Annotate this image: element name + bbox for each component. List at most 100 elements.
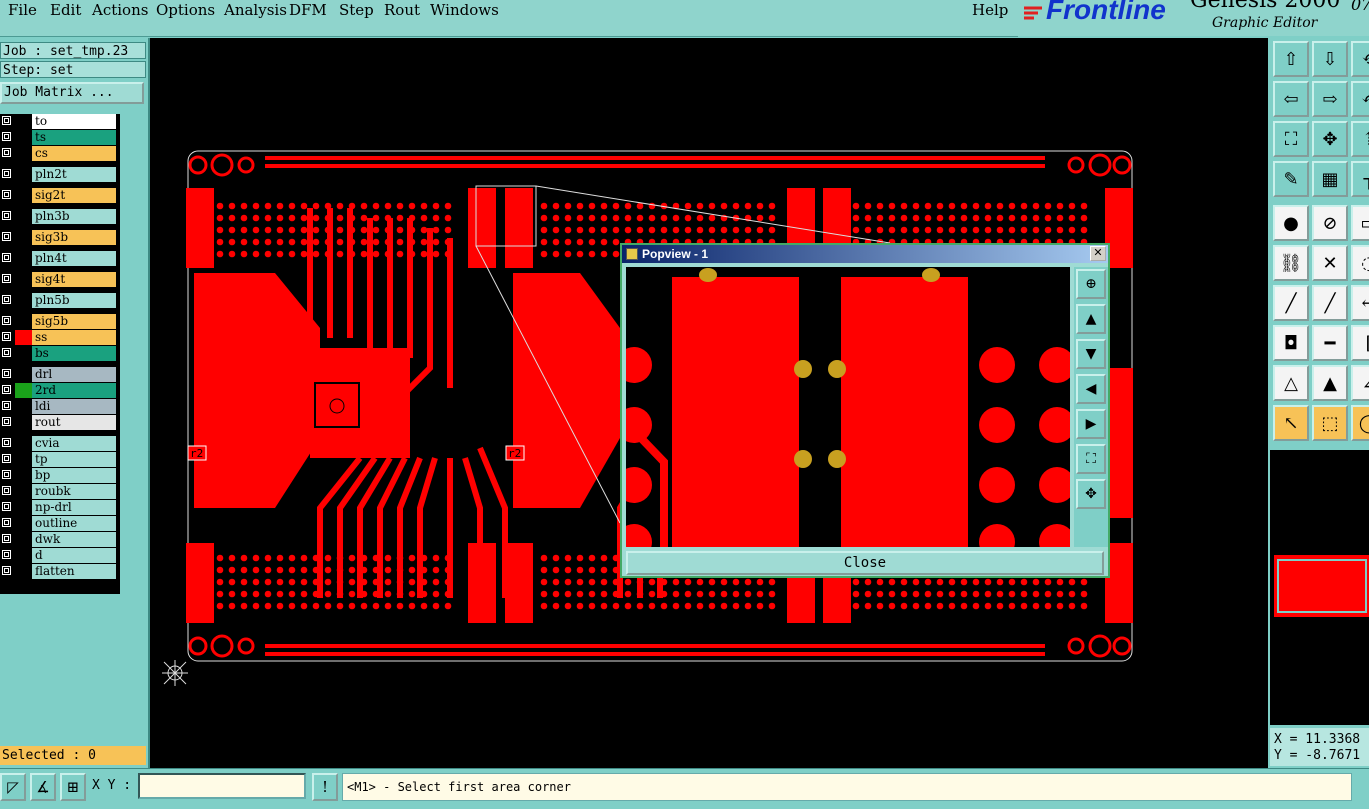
layer-checkbox[interactable] [2, 486, 11, 495]
snap-icon[interactable]: ⇡ [1351, 121, 1369, 157]
layer-row-sig3b[interactable]: sig3b [0, 230, 118, 245]
menu-options[interactable]: Options [156, 1, 215, 19]
layer-name[interactable]: sig5b [32, 314, 116, 329]
layer-swatch[interactable] [15, 272, 32, 287]
pan-left-icon[interactable]: ⇦ [1273, 81, 1309, 117]
popview-canvas[interactable] [626, 267, 1070, 547]
layer-checkbox[interactable] [2, 417, 11, 426]
layer-name[interactable]: ss [32, 330, 116, 345]
layer-name[interactable]: 2rd [32, 383, 116, 398]
layer-checkbox[interactable] [2, 274, 11, 283]
pad-icon[interactable]: ◘ [1273, 325, 1309, 361]
menu-file[interactable]: File [8, 1, 37, 19]
layer-row-cs[interactable]: cs [0, 146, 118, 161]
layer-row-flatten[interactable]: flatten [0, 564, 118, 579]
layer-row-2rd[interactable]: 2rd [0, 383, 118, 398]
layer-swatch[interactable] [15, 564, 32, 579]
pan-up-icon[interactable]: ⇧ [1273, 41, 1309, 77]
layer-name[interactable]: ldi [32, 399, 116, 414]
layer-checkbox[interactable] [2, 385, 11, 394]
select-round-icon[interactable]: ◯ [1351, 405, 1369, 441]
layer-swatch[interactable] [15, 314, 32, 329]
pan-right-icon[interactable]: ⇨ [1312, 81, 1348, 117]
layer-swatch[interactable] [15, 399, 32, 414]
layer-swatch[interactable] [15, 251, 32, 266]
layer-name[interactable]: roubk [32, 484, 116, 499]
layer-row-outline[interactable]: outline [0, 516, 118, 531]
layer-row-pln2t[interactable]: pln2t [0, 167, 118, 182]
layer-checkbox[interactable] [2, 348, 11, 357]
layer-name[interactable]: flatten [32, 564, 116, 579]
layer-row-sig2t[interactable]: sig2t [0, 188, 118, 203]
layer-swatch[interactable] [15, 230, 32, 245]
layer-checkbox[interactable] [2, 211, 11, 220]
layer-checkbox[interactable] [2, 470, 11, 479]
layer-row-tp[interactable]: tp [0, 452, 118, 467]
menu-windows[interactable]: Windows [430, 1, 499, 19]
layer-checkbox[interactable] [2, 190, 11, 199]
layer-checkbox[interactable] [2, 295, 11, 304]
layer-swatch[interactable] [15, 415, 32, 430]
layer-row-cvia[interactable]: cvia [0, 436, 118, 451]
layer-row-sig5b[interactable]: sig5b [0, 314, 118, 329]
layer-swatch[interactable] [15, 167, 32, 182]
layer-row-dwk[interactable]: dwk [0, 532, 118, 547]
layer-swatch[interactable] [15, 293, 32, 308]
layer-name[interactable]: cvia [32, 436, 116, 451]
layer-swatch[interactable] [15, 468, 32, 483]
zoom-center-icon[interactable]: ✥ [1312, 121, 1348, 157]
popview-fit-icon[interactable]: ⛶ [1076, 444, 1106, 474]
layer-swatch[interactable] [15, 436, 32, 451]
angle-icon[interactable]: ∠ [1351, 365, 1369, 401]
snap-grid-icon[interactable]: ⊞ [60, 773, 86, 801]
menu-analysis[interactable]: Analysis [224, 1, 287, 19]
select-area-icon[interactable]: ⬚ [1312, 405, 1348, 441]
layer-swatch[interactable] [15, 209, 32, 224]
layer-swatch[interactable] [15, 500, 32, 515]
layer-checkbox[interactable] [2, 566, 11, 575]
ruler-icon[interactable]: ▭ [1351, 205, 1369, 241]
layer-checkbox[interactable] [2, 332, 11, 341]
layer-name[interactable]: d [32, 548, 116, 563]
layer-row-ts[interactable]: ts [0, 130, 118, 145]
layer-row-to[interactable]: to [0, 114, 118, 129]
layer-name[interactable]: sig3b [32, 230, 116, 245]
layer-row-pln4t[interactable]: pln4t [0, 251, 118, 266]
layer-checkbox[interactable] [2, 502, 11, 511]
layer-checkbox[interactable] [2, 438, 11, 447]
popview-center-icon[interactable]: ✥ [1076, 479, 1106, 509]
layer-row-ldi[interactable]: ldi [0, 399, 118, 414]
layer-checkbox[interactable] [2, 369, 11, 378]
popview-zoom-in-icon[interactable]: ⊕ [1076, 269, 1106, 299]
layer-swatch[interactable] [15, 146, 32, 161]
layer-swatch[interactable] [15, 532, 32, 547]
route-icon[interactable]: ┐ [1351, 161, 1369, 197]
layer-name[interactable]: ts [32, 130, 116, 145]
layer-row-drl[interactable]: drl [0, 367, 118, 382]
layer-name[interactable]: rout [32, 415, 116, 430]
layer-checkbox[interactable] [2, 534, 11, 543]
select-pointer-icon[interactable]: ↖ [1273, 405, 1309, 441]
layer-name[interactable]: drl [32, 367, 116, 382]
layer-checkbox[interactable] [2, 518, 11, 527]
layer-row-bp[interactable]: bp [0, 468, 118, 483]
menu-edit[interactable]: Edit [50, 1, 81, 19]
layer-row-np-drl[interactable]: np-drl [0, 500, 118, 515]
layer-name[interactable]: sig2t [32, 188, 116, 203]
layer-name[interactable]: pln2t [32, 167, 116, 182]
layer-name[interactable]: bs [32, 346, 116, 361]
line-alt-icon[interactable]: ╱ [1312, 285, 1348, 321]
layer-swatch[interactable] [15, 188, 32, 203]
layer-name[interactable]: outline [32, 516, 116, 531]
menu-step[interactable]: Step [339, 1, 374, 19]
layer-swatch[interactable] [15, 330, 32, 345]
layer-row-bs[interactable]: bs [0, 346, 118, 361]
rotate-icon[interactable]: ⟲ [1351, 41, 1369, 77]
layer-swatch[interactable] [15, 516, 32, 531]
layer-swatch[interactable] [15, 484, 32, 499]
layer-name[interactable]: pln5b [32, 293, 116, 308]
layer-name[interactable]: cs [32, 146, 116, 161]
menu-actions[interactable]: Actions [92, 1, 148, 19]
layer-name[interactable]: pln4t [32, 251, 116, 266]
layer-swatch[interactable] [15, 346, 32, 361]
